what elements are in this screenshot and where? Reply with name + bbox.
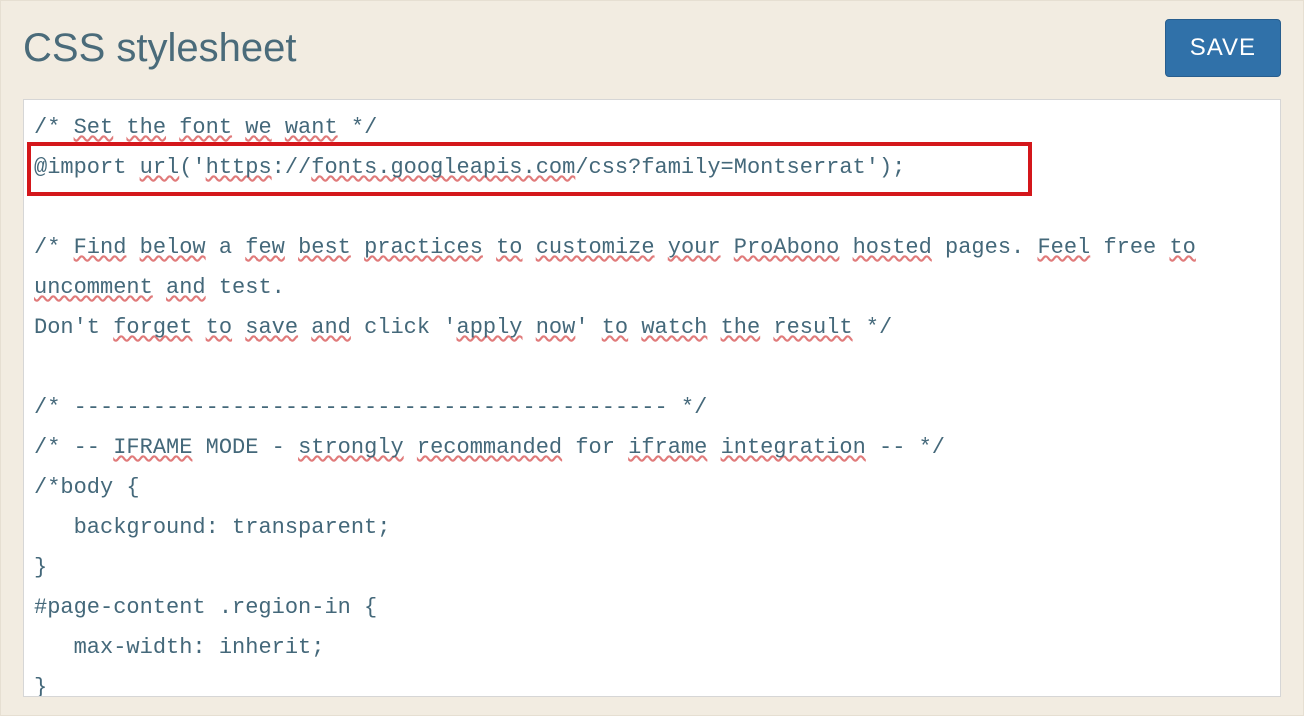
save-button[interactable]: SAVE: [1165, 19, 1281, 77]
css-stylesheet-panel: CSS stylesheet SAVE /* Set the font we w…: [0, 0, 1304, 716]
editor-container: /* Set the font we want */ @import url('…: [23, 99, 1281, 697]
panel-header: CSS stylesheet SAVE: [1, 1, 1303, 99]
css-code-editor[interactable]: /* Set the font we want */ @import url('…: [24, 100, 1280, 696]
panel-title: CSS stylesheet: [23, 26, 296, 71]
